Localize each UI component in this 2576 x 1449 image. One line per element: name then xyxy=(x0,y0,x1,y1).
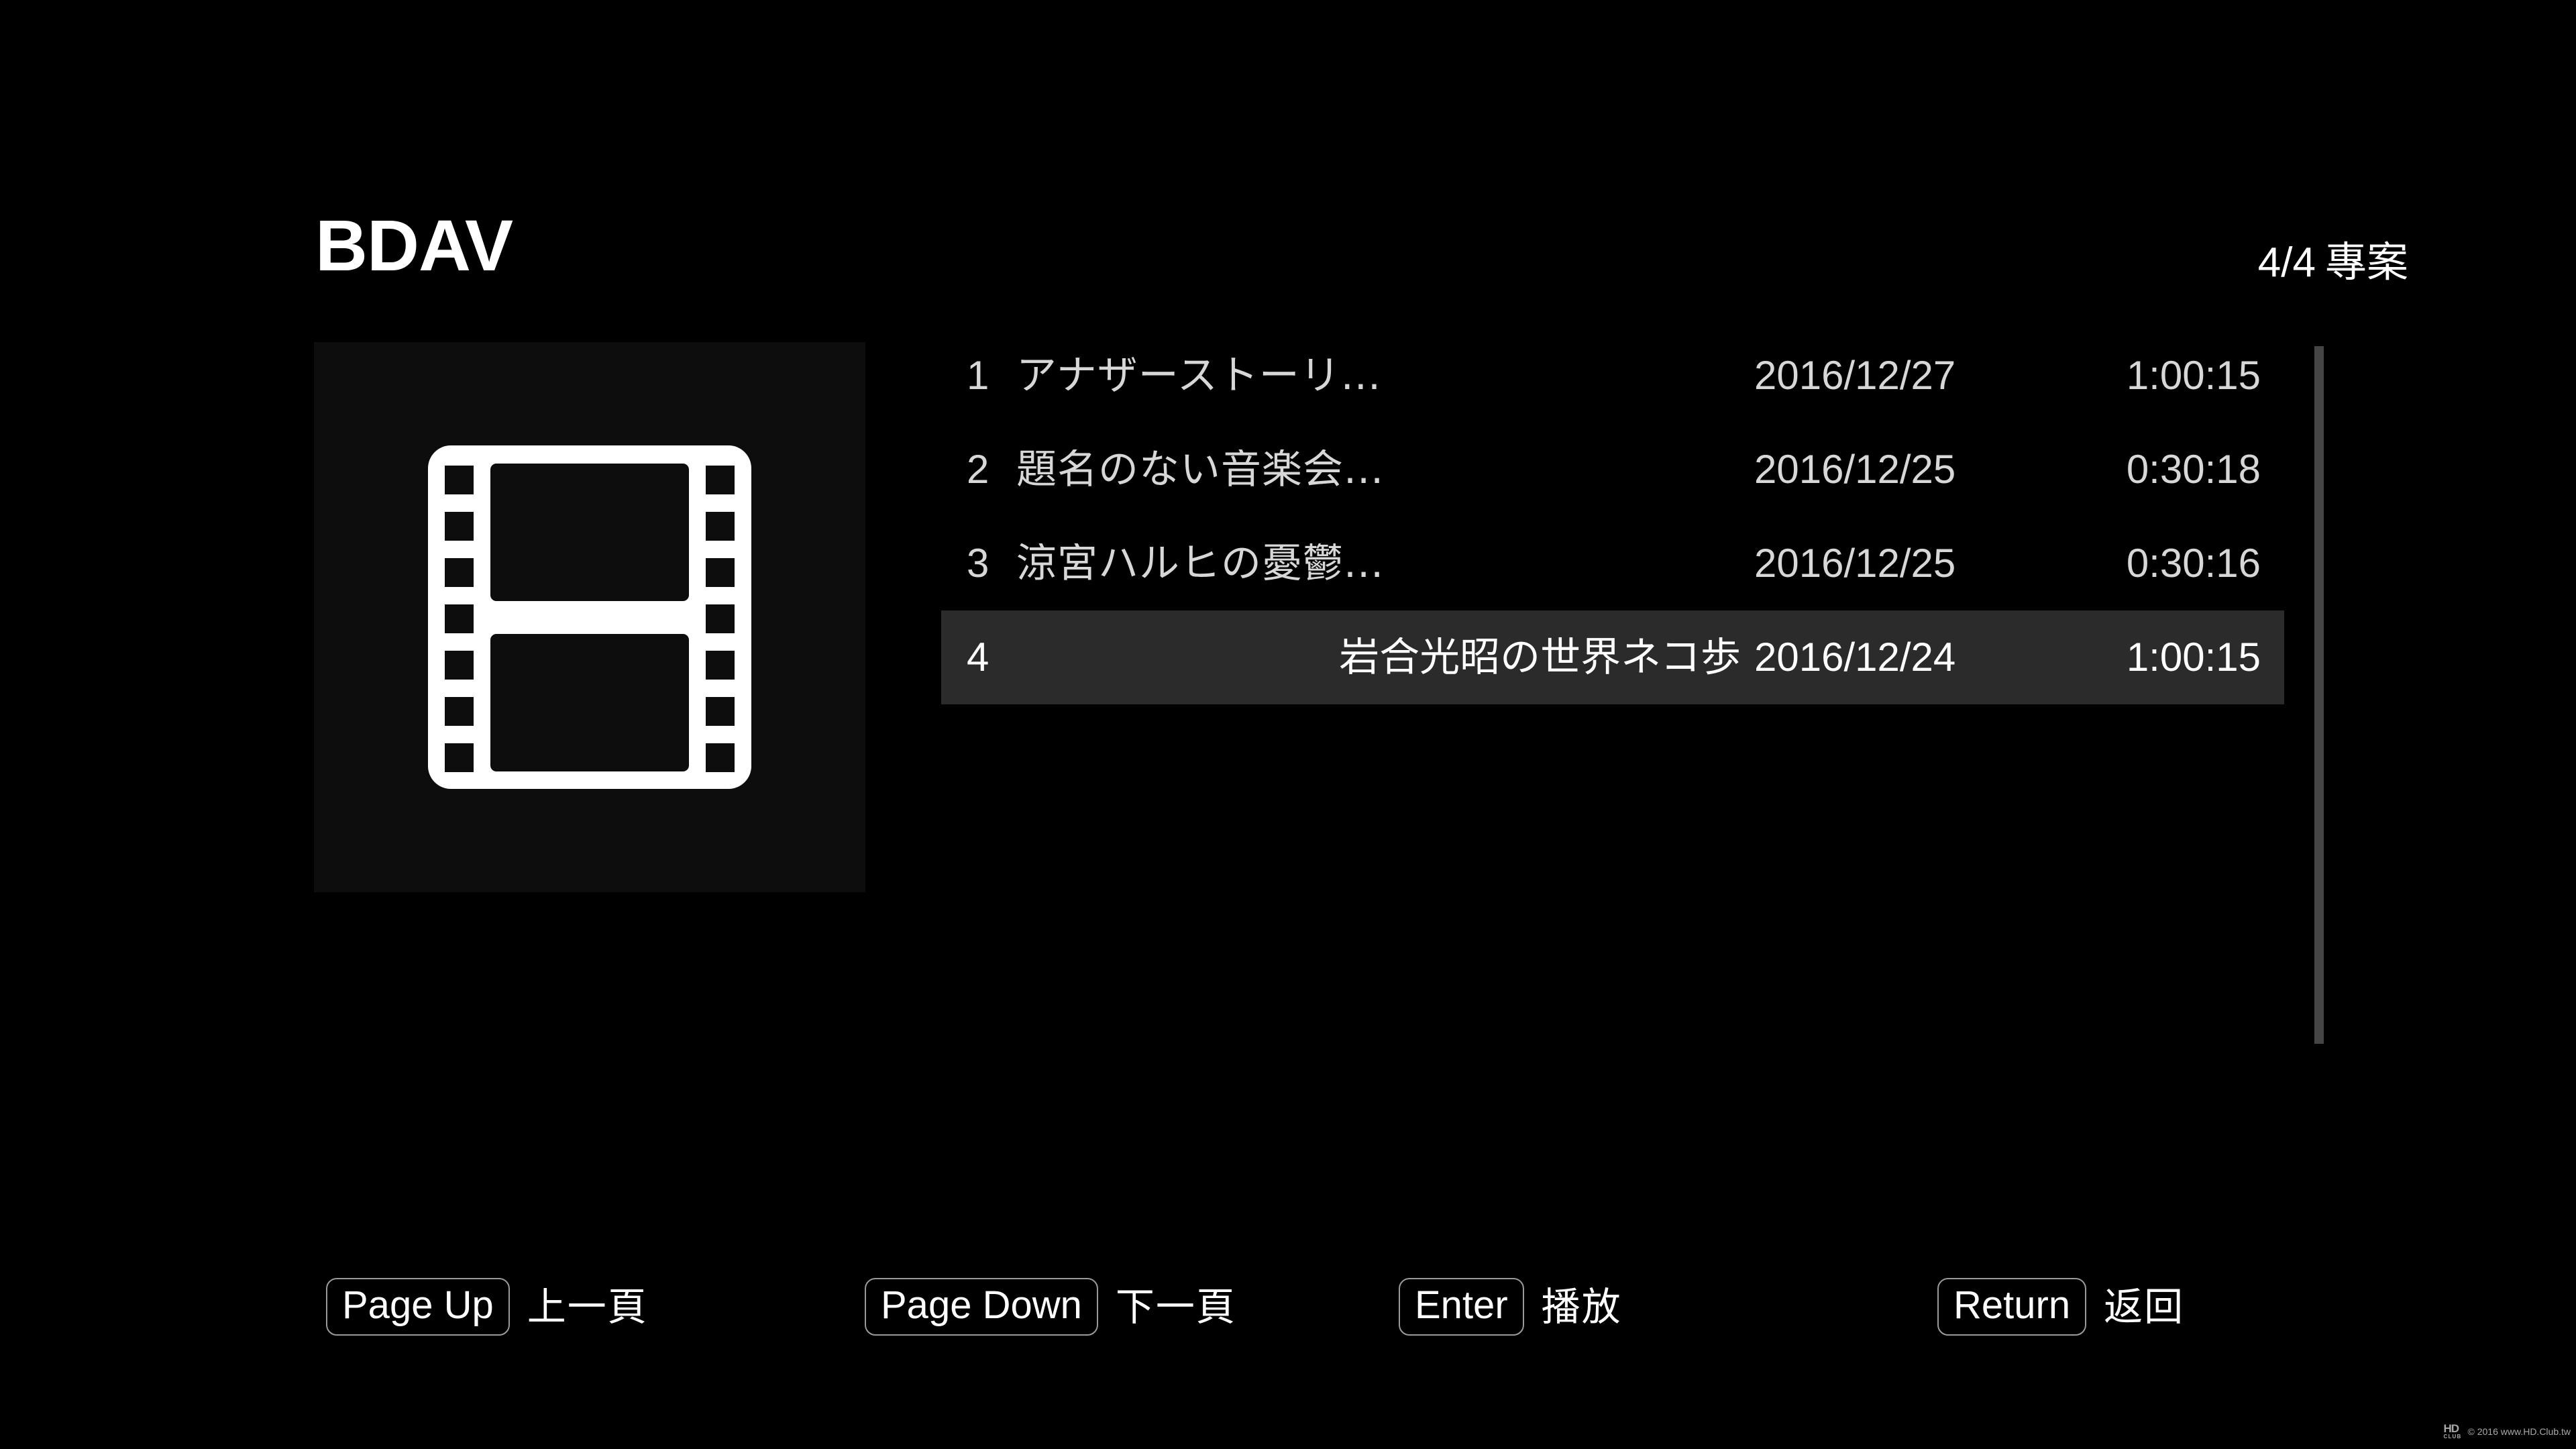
page-counter-number: 4/4 xyxy=(2257,239,2316,286)
row-title: アナザーストーリ... xyxy=(1016,356,1382,396)
table-row[interactable]: 4 岩合光昭の世界ネコ歩 2016/12/24 1:00:15 xyxy=(941,610,2284,704)
row-title: 岩合光昭の世界ネコ歩 xyxy=(1339,637,1741,678)
hint-label-enter: 播放 xyxy=(1541,1284,1622,1330)
row-duration: 1:00:15 xyxy=(2126,353,2261,398)
row-title: 涼宮ハルヒの憂鬱... xyxy=(1016,543,1385,584)
film-strip-icon xyxy=(428,445,751,789)
row-date: 2016/12/24 xyxy=(1754,635,1956,680)
watermark-text: © 2016 www.HD.Club.tw xyxy=(2467,1426,2571,1437)
table-row[interactable]: 1 アナザーストーリ... 2016/12/27 1:00:15 xyxy=(941,329,2284,423)
page-title: BDAV xyxy=(315,205,513,286)
hint-page-down[interactable]: Page Down 下一頁 xyxy=(865,1278,1236,1336)
page-counter-label: 專案 xyxy=(2324,237,2408,286)
row-date: 2016/12/25 xyxy=(1754,541,1956,586)
row-index: 3 xyxy=(967,541,989,586)
row-index: 1 xyxy=(967,353,989,398)
hd-club-logo-icon: HD CLUB xyxy=(2443,1421,2462,1440)
page-counter: 4/4 專案 xyxy=(2258,241,2408,284)
row-index: 2 xyxy=(967,447,989,492)
vertical-scrollbar-track[interactable] xyxy=(2314,346,2324,1044)
key-hint-bar: Page Up 上一頁 Page Down 下一頁 Enter 播放 Retur… xyxy=(0,1278,2576,1372)
recording-list[interactable]: 1 アナザーストーリ... 2016/12/27 1:00:15 2 題名のない音楽会..… xyxy=(941,329,2284,812)
row-date: 2016/12/25 xyxy=(1754,447,1956,492)
row-duration: 0:30:18 xyxy=(2126,447,2261,492)
hint-page-up[interactable]: Page Up 上一頁 xyxy=(326,1278,648,1336)
key-badge-page-up[interactable]: Page Up xyxy=(326,1278,510,1336)
table-row[interactable]: 2 題名のない音楽会... 2016/12/25 0:30:18 xyxy=(941,423,2284,517)
hint-label-return: 返回 xyxy=(2104,1284,2185,1330)
hint-enter[interactable]: Enter 播放 xyxy=(1399,1278,1622,1336)
row-duration: 0:30:16 xyxy=(2126,541,2261,586)
watermark-logo-bottom: CLUB xyxy=(2443,1434,2462,1440)
row-date: 2016/12/27 xyxy=(1754,353,1956,398)
hint-label-page-down: 下一頁 xyxy=(1115,1284,1236,1330)
watermark: HD CLUB © 2016 www.HD.Club.tw xyxy=(2443,1421,2571,1440)
row-title: 題名のない音楽会... xyxy=(1016,449,1385,490)
hint-label-page-up: 上一頁 xyxy=(527,1284,648,1330)
watermark-logo-top: HD xyxy=(2443,1421,2459,1435)
table-row[interactable]: 3 涼宮ハルヒの憂鬱... 2016/12/25 0:30:16 xyxy=(941,517,2284,610)
bdav-browser-screen: BDAV 4/4 專案 1 アナザーストーリ... 2016/12/27 1:0… xyxy=(0,0,2576,1449)
row-index: 4 xyxy=(967,635,989,680)
thumbnail-panel xyxy=(314,342,865,892)
key-badge-enter[interactable]: Enter xyxy=(1399,1278,1524,1336)
row-duration: 1:00:15 xyxy=(2126,635,2261,680)
key-badge-return[interactable]: Return xyxy=(1937,1278,2087,1336)
key-badge-page-down[interactable]: Page Down xyxy=(865,1278,1098,1336)
vertical-scrollbar-thumb[interactable] xyxy=(2314,346,2324,1044)
hint-return[interactable]: Return 返回 xyxy=(1937,1278,2184,1336)
